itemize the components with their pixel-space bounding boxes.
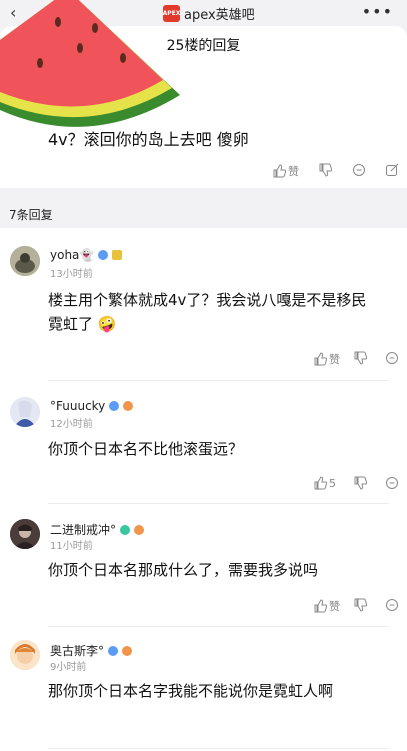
- comment-button[interactable]: [385, 598, 399, 612]
- reply-content: 你顶个日本名不比他滚蛋远？: [48, 440, 244, 458]
- level-badge-icon: [123, 401, 134, 411]
- divider: [48, 503, 389, 504]
- avatar-image: [10, 640, 40, 670]
- avatar[interactable]: [10, 397, 40, 427]
- dislike-button[interactable]: [353, 598, 367, 612]
- reply-actions: 赞: [287, 351, 407, 371]
- user-row: 奥古斯李°: [50, 642, 133, 659]
- edit-button[interactable]: [385, 163, 399, 177]
- edit-icon: [386, 163, 399, 176]
- verified-icon: [109, 401, 120, 411]
- comment-button[interactable]: [385, 351, 399, 365]
- thumbs-down-icon: [354, 351, 367, 365]
- avatar-image: [10, 519, 40, 549]
- verified-icon: [120, 524, 131, 535]
- thumbs-up-icon: [314, 476, 327, 490]
- dislike-button[interactable]: [353, 476, 367, 490]
- thumbs-down-icon: [319, 163, 332, 177]
- watermelon-sticker-icon: [0, 0, 180, 127]
- comment-icon: [386, 477, 398, 489]
- timestamp: 11小时前: [50, 541, 93, 552]
- user-row: yoha👻: [50, 248, 123, 262]
- thumbs-down-icon: [354, 476, 367, 490]
- like-label: 赞: [288, 165, 299, 178]
- list-item: 二进制戒冲° 11小时前 你顶个日本名那成什么了，需要我多说吗 赞: [0, 505, 407, 627]
- dislike-button[interactable]: [353, 351, 367, 365]
- reply-count-row: 7条回复: [0, 188, 407, 228]
- username[interactable]: 奥古斯李°: [50, 642, 104, 659]
- user-row: °Fuuucky: [50, 399, 134, 413]
- comment-icon: [386, 599, 398, 611]
- level-badge-icon: [112, 250, 123, 260]
- comment-button[interactable]: [385, 476, 399, 490]
- thumbs-up-icon: [314, 599, 327, 613]
- like-button[interactable]: 赞: [272, 163, 299, 179]
- like-count: 5: [329, 476, 336, 490]
- reply-content: 那你顶个日本名字我能不能说你是霓虹人啊: [48, 682, 334, 700]
- avatar[interactable]: [10, 640, 40, 670]
- thumbs-up-icon: [273, 164, 286, 178]
- reply-actions: 5: [287, 476, 407, 496]
- username[interactable]: 二进制戒冲°: [50, 521, 116, 538]
- reply-content: 你顶个日本名那成什么了，需要我多说吗: [48, 561, 319, 579]
- avatar-image: [10, 397, 40, 427]
- thumbs-down-icon: [354, 598, 367, 612]
- comment-icon: [353, 164, 365, 176]
- comment-button[interactable]: [352, 163, 366, 177]
- comment-icon: [386, 352, 398, 364]
- list-item: 奥古斯李° 9小时前 那你顶个日本名字我能不能说你是霓虹人啊: [0, 627, 407, 751]
- dislike-button[interactable]: [318, 163, 332, 177]
- floor-actions: 赞: [0, 163, 407, 183]
- more-dots-icon[interactable]: •••: [362, 2, 393, 21]
- reply-content: 楼主用个繁体就成4v了？我会说八嘎是不是移民 霓虹了 🤪: [48, 291, 367, 333]
- level-badge-icon: [134, 524, 145, 535]
- username[interactable]: yoha👻: [50, 248, 94, 262]
- thumbs-up-icon: [314, 352, 327, 366]
- like-count: 赞: [329, 600, 340, 613]
- avatar[interactable]: [10, 519, 40, 549]
- reply-list: yoha👻 13小时前 楼主用个繁体就成4v了？我会说八嘎是不是移民 霓虹了 🤪…: [0, 228, 407, 751]
- reply-count: 7条回复: [9, 208, 53, 222]
- user-row: 二进制戒冲°: [50, 521, 145, 538]
- like-button[interactable]: 赞: [313, 351, 340, 367]
- timestamp: 9小时前: [50, 662, 87, 673]
- timestamp: 13小时前: [50, 269, 93, 280]
- like-button[interactable]: 5: [313, 476, 336, 490]
- level-badge-icon: [122, 645, 133, 656]
- avatar[interactable]: [10, 246, 40, 276]
- like-button[interactable]: 赞: [313, 598, 340, 614]
- list-item: yoha👻 13小时前 楼主用个繁体就成4v了？我会说八嘎是不是移民 霓虹了 🤪…: [0, 228, 407, 381]
- username[interactable]: °Fuuucky: [50, 399, 105, 413]
- list-item: °Fuuucky 12小时前 你顶个日本名不比他滚蛋远？ 5: [0, 381, 407, 504]
- divider: [48, 748, 389, 749]
- timestamp: 12小时前: [50, 419, 93, 430]
- verified-icon: [98, 250, 109, 260]
- avatar-image: [10, 246, 40, 276]
- like-count: 赞: [329, 353, 340, 366]
- reply-actions: 赞: [287, 598, 407, 618]
- verified-icon: [108, 645, 119, 656]
